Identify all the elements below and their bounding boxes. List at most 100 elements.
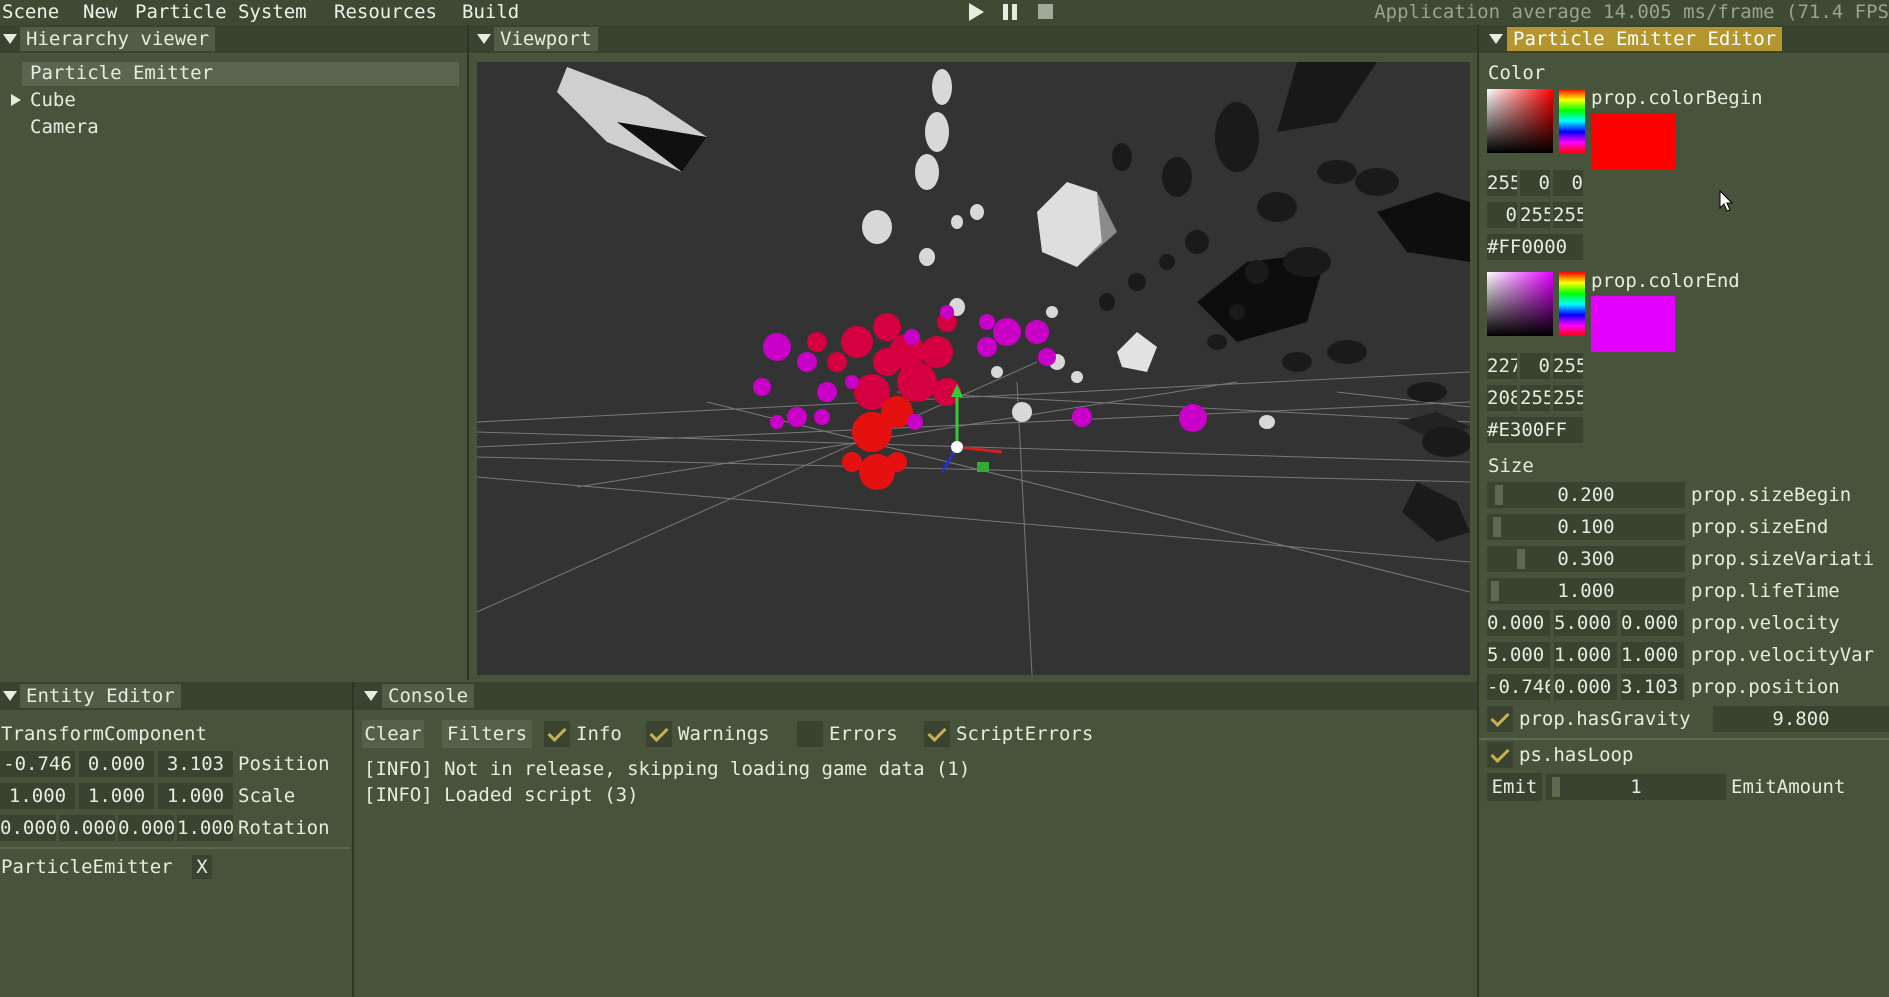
clear-button[interactable]: Clear <box>362 720 424 748</box>
menu-resources[interactable]: Resources <box>334 0 437 25</box>
particle-emitter-component-header: ParticleEmitter <box>1 856 173 878</box>
has-gravity-checkbox[interactable] <box>1487 706 1513 732</box>
viewport-canvas[interactable] <box>477 62 1470 675</box>
viewport-title-bar: Viewport <box>469 25 1477 53</box>
menu-new[interactable]: New <box>83 0 117 25</box>
entity-editor-tab[interactable]: Entity Editor <box>20 684 181 708</box>
size-end-label: prop.sizeEnd <box>1691 516 1829 538</box>
collapse-icon[interactable] <box>364 691 378 701</box>
console-tab[interactable]: Console <box>382 684 475 708</box>
color-begin-r-field[interactable]: 255 <box>1487 170 1517 196</box>
velocity-y-field[interactable]: 5.000 <box>1554 610 1617 636</box>
particle-editor-tab[interactable]: Particle Emitter Editor <box>1507 27 1783 51</box>
has-loop-checkbox[interactable] <box>1487 742 1513 768</box>
color-end-r-field[interactable]: 227 <box>1487 353 1517 379</box>
color-begin-label: prop.colorBegin <box>1591 87 1763 109</box>
color-end-hex-field[interactable]: #E300FF <box>1487 417 1583 443</box>
errors-label: Errors <box>829 723 898 745</box>
velocity-var-x-field[interactable]: 5.000 <box>1487 642 1550 668</box>
scripterrors-checkbox[interactable] <box>924 721 950 747</box>
console-panel: Console Clear Filters Info Warnings Erro… <box>354 682 1477 997</box>
collapse-icon[interactable] <box>1489 34 1503 44</box>
size-end-slider[interactable]: 0.100 <box>1487 514 1685 540</box>
velocity-var-z-field[interactable]: 1.000 <box>1621 642 1684 668</box>
hierarchy-tab[interactable]: Hierarchy viewer <box>20 27 216 51</box>
size-begin-slider[interactable]: 0.200 <box>1487 482 1685 508</box>
warnings-label: Warnings <box>678 723 770 745</box>
emitter-position-x-field[interactable]: -0.746 <box>1487 674 1550 700</box>
remove-component-button[interactable]: X <box>192 855 212 879</box>
hierarchy-item-camera[interactable]: Camera <box>30 114 99 140</box>
hierarchy-item-particle-emitter[interactable]: Particle Emitter <box>30 60 213 86</box>
position-x-field[interactable]: -0.746 <box>0 751 75 777</box>
color-begin-h-field[interactable]: 0 <box>1487 202 1517 228</box>
has-loop-label: ps.hasLoop <box>1519 744 1634 766</box>
color-end-s-field[interactable]: 255 <box>1520 385 1550 411</box>
color-begin-hue-slider[interactable] <box>1559 89 1585 153</box>
info-checkbox[interactable] <box>544 721 570 747</box>
particle-editor-title-bar: Particle Emitter Editor <box>1479 25 1889 53</box>
info-label: Info <box>576 723 622 745</box>
color-begin-b-field[interactable]: 0 <box>1553 170 1583 196</box>
warnings-checkbox[interactable] <box>646 721 672 747</box>
color-end-h-field[interactable]: 208 <box>1487 385 1517 411</box>
console-line: [INFO] Loaded script (3) <box>364 784 639 806</box>
hierarchy-title-bar: Hierarchy viewer <box>0 25 467 53</box>
rotation-z-field[interactable]: 0.000 <box>118 815 174 841</box>
color-end-v-field[interactable]: 255 <box>1553 385 1583 411</box>
collapse-icon[interactable] <box>477 34 491 44</box>
color-begin-hex-field[interactable]: #FF0000 <box>1487 234 1583 260</box>
color-end-hue-slider[interactable] <box>1559 272 1585 336</box>
collapse-icon[interactable] <box>3 34 17 44</box>
emitter-position-label: prop.position <box>1691 676 1840 698</box>
position-z-field[interactable]: 3.103 <box>158 751 233 777</box>
emit-amount-label: EmitAmount <box>1731 776 1846 798</box>
emitter-position-y-field[interactable]: 0.000 <box>1554 674 1617 700</box>
rotation-y-field[interactable]: 0.000 <box>59 815 115 841</box>
hierarchy-item-cube[interactable]: Cube <box>30 87 76 113</box>
stop-icon[interactable] <box>1035 1 1055 23</box>
menu-build[interactable]: Build <box>462 0 519 25</box>
color-end-b-field[interactable]: 255 <box>1553 353 1583 379</box>
color-end-sv-picker[interactable] <box>1487 272 1553 336</box>
position-y-field[interactable]: 0.000 <box>79 751 154 777</box>
velocity-var-y-field[interactable]: 1.000 <box>1554 642 1617 668</box>
velocity-var-label: prop.velocityVar <box>1691 644 1875 666</box>
rotation-w-field[interactable]: 1.000 <box>177 815 233 841</box>
color-begin-g-field[interactable]: 0 <box>1520 170 1550 196</box>
color-end-label: prop.colorEnd <box>1591 270 1740 292</box>
filters-button[interactable]: Filters <box>442 720 532 748</box>
console-line: [INFO] Not in release, skipping loading … <box>364 758 971 780</box>
emit-button[interactable]: Emit <box>1487 773 1542 801</box>
color-begin-sv-picker[interactable] <box>1487 89 1553 153</box>
color-begin-v-field[interactable]: 255 <box>1553 202 1583 228</box>
emit-amount-slider[interactable]: 1 <box>1546 774 1726 800</box>
size-variation-slider[interactable]: 0.300 <box>1487 546 1685 572</box>
position-label: Position <box>238 753 330 775</box>
expand-arrow-icon[interactable] <box>10 93 22 107</box>
pause-icon[interactable] <box>1000 1 1020 23</box>
color-begin-swatch[interactable] <box>1591 113 1675 169</box>
scale-z-field[interactable]: 1.000 <box>158 783 233 809</box>
color-end-g-field[interactable]: 0 <box>1520 353 1550 379</box>
menu-scene[interactable]: Scene <box>2 0 59 25</box>
scale-y-field[interactable]: 1.000 <box>79 783 154 809</box>
velocity-z-field[interactable]: 0.000 <box>1621 610 1684 636</box>
viewport-tab[interactable]: Viewport <box>494 27 598 51</box>
color-end-swatch[interactable] <box>1591 296 1675 352</box>
emitter-position-z-field[interactable]: 3.103 <box>1621 674 1684 700</box>
lifetime-slider[interactable]: 1.000 <box>1487 578 1685 604</box>
play-icon[interactable] <box>966 1 986 23</box>
entity-editor-panel: Entity Editor TransformComponent -0.746 … <box>0 682 352 997</box>
gravity-value-field[interactable]: 9.800 <box>1713 706 1889 732</box>
has-gravity-label: prop.hasGravity <box>1519 708 1691 730</box>
color-begin-s-field[interactable]: 255 <box>1520 202 1550 228</box>
collapse-icon[interactable] <box>3 691 17 701</box>
rotation-x-field[interactable]: 0.000 <box>0 815 56 841</box>
scale-label: Scale <box>238 785 296 807</box>
errors-checkbox[interactable] <box>797 721 823 747</box>
scale-x-field[interactable]: 1.000 <box>0 783 75 809</box>
menu-particle-system[interactable]: Particle System <box>135 0 307 25</box>
velocity-x-field[interactable]: 0.000 <box>1487 610 1550 636</box>
entity-editor-title-bar: Entity Editor <box>0 682 352 710</box>
